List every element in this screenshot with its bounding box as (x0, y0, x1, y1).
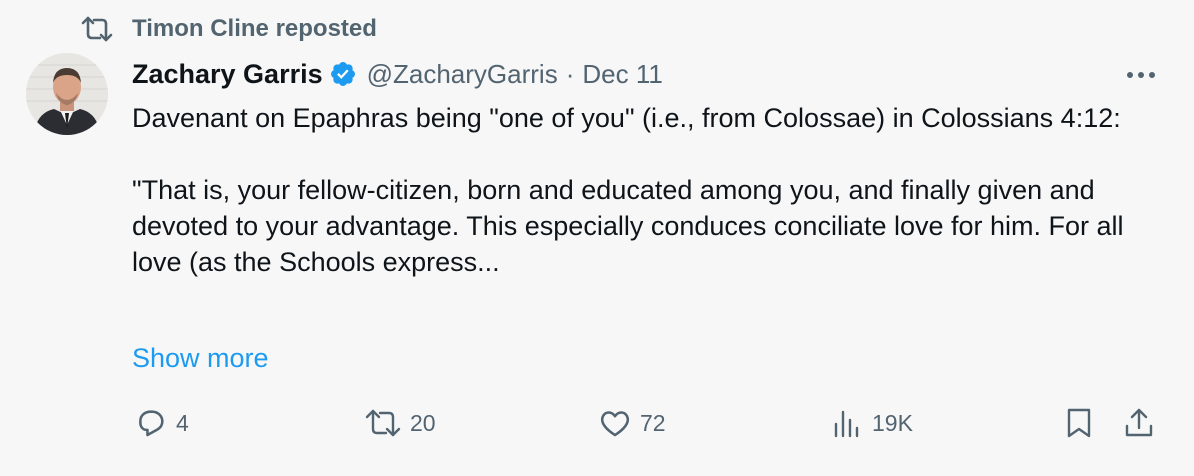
views-count: 19K (872, 409, 913, 436)
tweet-header: Zachary Garris @ZacharyGarris · Dec 11 (132, 56, 663, 92)
share-icon (1122, 406, 1156, 440)
reply-count: 4 (176, 409, 189, 436)
repost-label[interactable]: Timon Cline reposted (132, 15, 377, 43)
verified-badge-icon (329, 60, 357, 88)
action-bar: 4 20 72 19K (0, 402, 1194, 444)
author-name[interactable]: Zachary Garris (132, 59, 323, 90)
like-count: 72 (640, 409, 666, 436)
tweet-date[interactable]: Dec 11 (582, 59, 662, 90)
repost-button[interactable]: 20 (364, 402, 436, 444)
tweet-paragraph: Davenant on Epaphras being "one of you" … (132, 103, 1121, 133)
show-more-link[interactable]: Show more (132, 340, 269, 376)
repost-count: 20 (410, 409, 436, 436)
reply-button[interactable]: 4 (134, 402, 189, 444)
more-options-icon[interactable] (1120, 60, 1162, 90)
heart-icon (598, 406, 632, 440)
header-separator: · (565, 58, 575, 89)
repost-icon (364, 406, 402, 440)
share-button[interactable] (1122, 402, 1156, 444)
repost-context: Timon Cline reposted (80, 14, 377, 44)
tweet-paragraph: "That is, your fellow-citizen, born and … (132, 175, 1132, 277)
repost-icon (80, 14, 114, 44)
reply-icon (134, 406, 168, 440)
bookmark-button[interactable] (1064, 402, 1094, 444)
tweet-text: Davenant on Epaphras being "one of you" … (132, 100, 1142, 280)
avatar[interactable] (26, 53, 108, 135)
author-handle[interactable]: @ZacharyGarris (367, 59, 558, 90)
views-button[interactable]: 19K (832, 402, 913, 444)
like-button[interactable]: 72 (598, 402, 666, 444)
bookmark-icon (1064, 406, 1094, 440)
paragraph-spacer (132, 136, 1142, 172)
analytics-icon (832, 406, 864, 440)
